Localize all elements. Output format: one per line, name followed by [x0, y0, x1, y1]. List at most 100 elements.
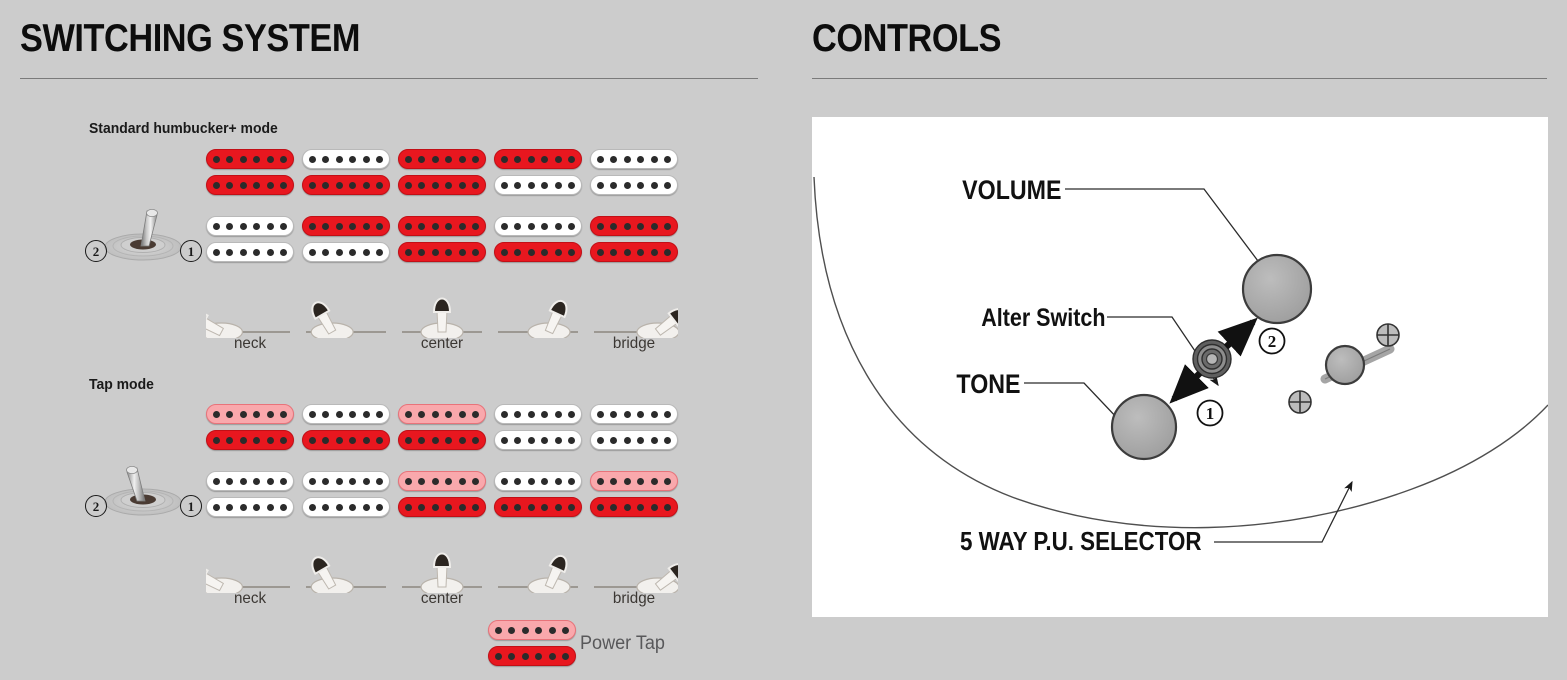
pole-piece	[266, 503, 274, 511]
pickup-bridge-pos2	[302, 216, 390, 262]
pole-piece	[610, 222, 618, 230]
pole-piece	[650, 477, 658, 485]
pole-piece	[280, 410, 288, 418]
pickup-coil-bottom	[398, 242, 486, 262]
pickup-coil-top	[302, 404, 390, 424]
pole-piece	[376, 155, 384, 163]
pole-piece	[562, 652, 570, 660]
pickup-coil-bottom	[398, 175, 486, 195]
pole-piece	[548, 626, 556, 634]
pole-piece	[568, 248, 576, 256]
pole-piece	[266, 436, 274, 444]
selector-lever-icon	[190, 312, 290, 342]
pole-piece	[541, 248, 549, 256]
pole-piece	[623, 181, 631, 189]
pole-piece	[376, 181, 384, 189]
pole-piece	[500, 477, 508, 485]
pole-piece	[650, 155, 658, 163]
pole-piece	[527, 181, 535, 189]
pole-piece	[376, 222, 384, 230]
pole-piece	[472, 222, 480, 230]
selector-lever-pos2[interactable]	[302, 288, 390, 342]
pole-piece	[418, 222, 426, 230]
pickup-coil-bottom	[302, 430, 390, 450]
selector-lever-pos5[interactable]	[590, 543, 687, 597]
pole-piece	[445, 410, 453, 418]
pole-piece	[445, 222, 453, 230]
pole-piece	[335, 155, 343, 163]
pole-piece	[500, 155, 508, 163]
pickup-coil-bottom	[302, 175, 390, 195]
five-way-selector-control	[1288, 323, 1400, 414]
pole-piece	[637, 477, 645, 485]
pole-piece	[239, 503, 247, 511]
pickup-coil-bottom	[398, 497, 486, 517]
pole-piece	[623, 248, 631, 256]
pole-piece	[322, 222, 330, 230]
pole-piece	[458, 503, 466, 511]
pole-piece	[322, 181, 330, 189]
pickup-neck-pos1	[206, 404, 294, 450]
selector-lever-icon	[498, 554, 578, 597]
legend-label: Power Tap	[580, 633, 665, 654]
pole-piece	[548, 652, 556, 660]
pole-piece	[308, 181, 316, 189]
pickup-coil-top	[398, 404, 486, 424]
pole-piece	[637, 222, 645, 230]
pole-piece	[212, 477, 220, 485]
mode-label-standard: Standard humbucker+ mode	[89, 120, 278, 137]
selector-lever-pos2[interactable]	[302, 543, 390, 597]
pole-piece	[637, 410, 645, 418]
pole-piece	[418, 248, 426, 256]
pole-piece	[610, 503, 618, 511]
pickup-coil-bottom	[590, 497, 678, 517]
pole-piece	[226, 503, 234, 511]
selector-lever-icon	[498, 299, 578, 342]
pole-piece	[664, 222, 672, 230]
pole-piece	[280, 155, 288, 163]
pole-piece	[508, 652, 516, 660]
volume-knob	[1241, 253, 1313, 325]
selector-lever-pos5[interactable]	[590, 288, 687, 342]
selector-lever-pos3[interactable]	[398, 288, 486, 342]
selector-lever-pos4[interactable]	[494, 543, 582, 597]
pole-piece	[362, 248, 370, 256]
pole-piece	[500, 222, 508, 230]
pole-piece	[418, 503, 426, 511]
selector-lever-pos4[interactable]	[494, 288, 582, 342]
pole-piece	[472, 181, 480, 189]
pickup-bridge-pos3	[398, 471, 486, 517]
pole-piece	[253, 222, 261, 230]
pole-piece	[568, 503, 576, 511]
selector-lever-pos1[interactable]	[190, 543, 294, 597]
pole-piece	[445, 155, 453, 163]
pole-piece	[376, 436, 384, 444]
pole-piece	[239, 436, 247, 444]
pole-piece	[527, 436, 535, 444]
mode-label-tap: Tap mode	[89, 376, 154, 393]
selector-lever-pos3[interactable]	[398, 543, 486, 597]
pole-piece	[212, 436, 220, 444]
pole-piece	[554, 503, 562, 511]
pole-piece	[664, 248, 672, 256]
pickup-coil-top	[590, 149, 678, 169]
pickup-coil-top	[206, 149, 294, 169]
pole-piece	[521, 626, 529, 634]
selector-lever-pos1[interactable]	[190, 288, 294, 342]
pole-piece	[623, 436, 631, 444]
pole-piece	[266, 477, 274, 485]
pole-piece	[349, 477, 357, 485]
pickup-coil-top	[302, 471, 390, 491]
pickup-coil-top	[494, 471, 582, 491]
pole-piece	[280, 222, 288, 230]
pole-piece	[212, 410, 220, 418]
pole-piece	[226, 436, 234, 444]
pickup-neck-pos5	[590, 404, 678, 450]
pole-piece	[472, 477, 480, 485]
pole-piece	[541, 181, 549, 189]
pole-piece	[637, 248, 645, 256]
pole-piece	[650, 410, 658, 418]
pole-piece	[554, 181, 562, 189]
pole-piece	[623, 222, 631, 230]
pickup-coil-top	[302, 149, 390, 169]
